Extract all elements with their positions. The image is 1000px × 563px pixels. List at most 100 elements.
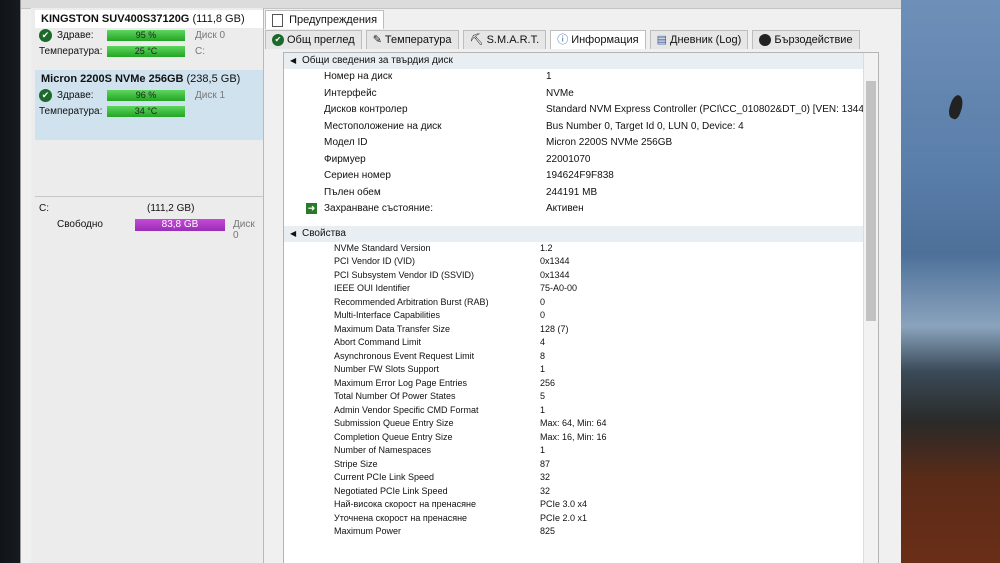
section-properties[interactable]: ◀ Свойства [284, 225, 878, 242]
row-key: Пълен обем [324, 186, 381, 198]
info-row[interactable]: Номер на диск 1 [284, 69, 878, 86]
info-row[interactable]: Current PCIe Link Speed 32 [284, 471, 878, 485]
info-row[interactable]: Интерфейс NVMe [284, 86, 878, 103]
check-icon: ✔ [272, 34, 284, 47]
info-content[interactable]: ◀ Общи сведения за твърдия диск Номер на… [283, 52, 879, 563]
row-key: Asynchronous Event Request Limit [334, 350, 475, 361]
info-row[interactable]: Submission Queue Entry Size Max: 64, Min:… [284, 417, 878, 431]
info-row[interactable]: PCI Vendor ID (VID) 0x1344 [284, 255, 878, 269]
temp-drive: C: [195, 46, 205, 57]
row-key: NVMe Standard Version [334, 242, 431, 253]
row-key: Abort Command Limit [334, 337, 422, 347]
row-value: PCIe 3.0 x4 [540, 499, 588, 509]
info-row[interactable]: Total Number Of Power States 5 [284, 390, 878, 404]
info-row[interactable]: NVMe Standard Version 1.2 [284, 242, 878, 256]
tab-log[interactable]: ▤ Дневник (Log) [649, 30, 749, 49]
info-row[interactable]: Number FW Slots Support 1 [284, 363, 878, 377]
warnings-icon [272, 13, 283, 27]
collapse-caret-icon: ◀ [290, 56, 297, 65]
info-row[interactable]: Completion Queue Entry Size Max: 16, Min:… [284, 431, 878, 445]
row-key: Stripe Size [334, 458, 378, 469]
check-icon: ✔ [39, 29, 52, 42]
disk-item-micron[interactable]: Micron 2200S NVMe 256GB (238,5 GB) ✔ Здр… [35, 70, 263, 140]
section-general[interactable]: ◀ Общи сведения за твърдия диск [284, 53, 878, 69]
info-row[interactable]: Сериен номер 194624F9F838 [284, 168, 878, 185]
info-row[interactable]: Дисков контролер Standard NVM Express Con… [284, 102, 878, 119]
info-row[interactable]: Фирмуер 22001070 [284, 152, 878, 169]
row-key: Maximum Data Transfer Size [334, 323, 451, 334]
row-key: Сериен номер [324, 170, 391, 181]
row-key: Recommended Arbitration Burst (RAB) [334, 296, 489, 307]
tab-performance[interactable]: Бързодействие [752, 30, 860, 49]
info-row[interactable]: Maximum Error Log Page Entries 256 [284, 377, 878, 391]
free-bar: 83,8 GB [135, 219, 225, 231]
tab-label: Информация [571, 34, 639, 46]
scrollbar-thumb[interactable] [866, 81, 876, 321]
row-value: Standard NVM Express Controller (PCI\CC_… [546, 104, 876, 115]
disk-item-kingston[interactable]: KINGSTON SUV400S37120G (111,8 GB) ✔ Здра… [35, 10, 263, 70]
info-row[interactable]: Уточнена скорост на пренасяне PCIe 2.0 x1 [284, 512, 878, 526]
info-row[interactable]: Recommended Arbitration Burst (RAB) 0 [284, 296, 878, 310]
info-row[interactable]: IEEE OUI Identifier 75-A0-00 [284, 282, 878, 296]
row-value: NVMe [546, 87, 574, 99]
row-key: Модел ID [324, 137, 368, 148]
row-value: 128 (7) [540, 323, 569, 334]
info-row[interactable]: ➜ Захранване състояние: Активен [284, 201, 878, 218]
volume-item[interactable]: C: (111,2 GB) Свободно 83,8 GB Диск 0 [35, 200, 263, 242]
info-row[interactable]: Maximum Data Transfer Size 128 (7) [284, 323, 878, 337]
tab-label: Предупреждения [289, 14, 378, 26]
row-value: Bus Number 0, Target Id 0, LUN 0, Device… [546, 120, 744, 132]
info-row[interactable]: Модел ID Micron 2200S NVMe 256GB [284, 135, 878, 152]
info-row[interactable]: Abort Command Limit 4 [284, 336, 878, 350]
collapse-caret-icon: ◀ [290, 228, 297, 238]
smart-icon: ⛏ [469, 34, 484, 46]
tab-temperature[interactable]: ✎ Температура [365, 30, 459, 49]
property-rows: NVMe Standard Version 1.2 PCI Vendor ID (V… [284, 242, 878, 539]
general-rows: Номер на диск 1 Интерфейс NVMe Дисков контро… [284, 69, 878, 218]
info-row[interactable]: Пълен обем 244191 MB [284, 185, 878, 202]
row-value: Max: 16, Min: 16 [540, 431, 607, 442]
disk-list-empty-area [35, 144, 263, 197]
tab-label: Общ преглед [287, 34, 355, 46]
row-key: Дисков контролер [324, 104, 408, 115]
disk-title: KINGSTON SUV400S37120G (111,8 GB) [35, 10, 263, 28]
log-icon: ▤ [656, 34, 668, 46]
disk-name: KINGSTON SUV400S37120G [41, 13, 190, 25]
bird-silhouette [946, 93, 966, 121]
row-key: Захранване състояние: [324, 203, 434, 214]
info-row[interactable]: Number of Namespaces 1 [284, 444, 878, 458]
row-key: Multi-Interface Capabilities [334, 310, 441, 320]
row-value: 8 [540, 350, 546, 361]
row-value: 1.2 [540, 242, 553, 253]
health-row: ✔ Здраве: 95 % Диск 0 [35, 28, 263, 44]
info-row[interactable]: Най-висока скорост на пренасяне PCIe 3.0 … [284, 498, 878, 512]
info-row[interactable]: Maximum Power 825 [284, 525, 878, 539]
temp-bar: 34 °C [107, 106, 185, 117]
row-key: Negotiated PCIe Link Speed [334, 485, 448, 496]
details-area: Предупреждения ✔ Общ преглед ✎ Температура… [263, 8, 901, 563]
row-value: 256 [540, 377, 556, 388]
row-value: 1 [540, 404, 546, 415]
info-row[interactable]: Multi-Interface Capabilities 0 [284, 309, 878, 323]
row-key: Total Number Of Power States [334, 391, 456, 401]
disk-list-panel: KINGSTON SUV400S37120G (111,8 GB) ✔ Здра… [31, 8, 264, 563]
info-row[interactable]: Asynchronous Event Request Limit 8 [284, 350, 878, 364]
info-row[interactable]: Admin Vendor Specific CMD Format 1 [284, 404, 878, 418]
info-row[interactable]: Stripe Size 87 [284, 458, 878, 472]
health-label: Здраве: [57, 90, 94, 101]
info-icon: ⓘ [557, 34, 569, 46]
row-value: 32 [540, 472, 551, 482]
tab-overview[interactable]: ✔ Общ преглед [265, 30, 362, 49]
row-value: 194624F9F838 [546, 170, 614, 181]
tab-smart[interactable]: ⛏ S.M.A.R.T. [462, 30, 547, 49]
info-row[interactable]: Negotiated PCIe Link Speed 32 [284, 485, 878, 499]
row-value: 22001070 [546, 153, 591, 165]
info-row[interactable]: Местоположение на диск Bus Number 0, Targ… [284, 119, 878, 136]
info-row[interactable]: PCI Subsystem Vendor ID (SSVID) 0x1344 [284, 269, 878, 283]
row-value: 5 [540, 391, 546, 401]
vertical-scrollbar[interactable] [863, 53, 878, 563]
tab-information[interactable]: ⓘ Информация [550, 30, 646, 49]
row-key: Най-висока скорост на пренасяне [334, 499, 476, 509]
row-value: 0 [540, 310, 546, 320]
tab-warnings[interactable]: Предупреждения [265, 10, 385, 29]
